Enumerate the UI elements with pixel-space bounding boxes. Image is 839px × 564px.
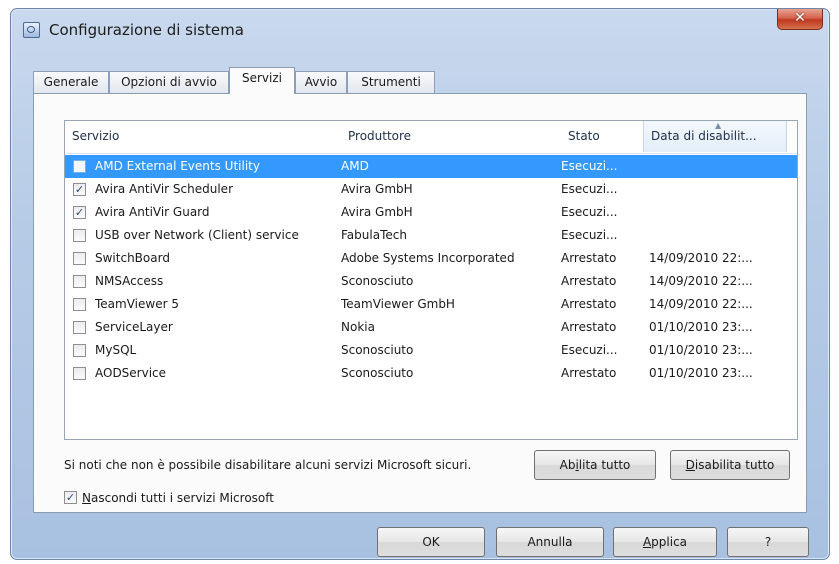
service-state: Arrestato xyxy=(561,366,617,380)
microsoft-services-note: Si noti che non è possibile disabilitare… xyxy=(64,458,472,472)
service-disabled-date: 01/10/2010 23:... xyxy=(649,366,753,380)
disable-all-label-post: isabilita tutto xyxy=(694,458,775,472)
table-row[interactable]: AODService Sconosciuto Arrestato 01/10/2010… xyxy=(65,362,797,385)
service-checkbox[interactable] xyxy=(73,160,86,173)
service-disabled-date: 14/09/2010 22:... xyxy=(649,297,753,311)
service-name: AMD External Events Utility xyxy=(95,159,260,173)
table-row[interactable]: AMD External Events Utility AMD Esecuzi... xyxy=(65,155,797,178)
column-header-servizio[interactable]: Servizio xyxy=(65,121,341,152)
apply-label-post: pplica xyxy=(651,535,688,549)
service-state: Esecuzi... xyxy=(561,182,618,196)
service-vendor: AMD xyxy=(341,159,369,173)
service-disabled-date: 14/09/2010 22:... xyxy=(649,251,753,265)
column-header-data-label: Data di disabilit... xyxy=(651,129,757,143)
tab-avvio[interactable]: Avvio xyxy=(295,71,347,93)
service-state: Arrestato xyxy=(561,297,617,311)
service-name: ServiceLayer xyxy=(95,320,173,334)
title-bar[interactable]: Configurazione di sistema ✕ xyxy=(11,9,829,49)
service-vendor: Sconosciuto xyxy=(341,366,414,380)
column-header-data-disabilitazione[interactable]: ▲ Data di disabilit... xyxy=(643,121,787,152)
table-row[interactable]: ServiceLayer Nokia Arrestato 01/10/2010 23:… xyxy=(65,316,797,339)
ok-button[interactable]: OK xyxy=(377,527,485,557)
service-checkbox[interactable]: ✓ xyxy=(73,183,86,196)
tab-opzioni-di-avvio[interactable]: Opzioni di avvio xyxy=(109,71,229,93)
services-panel: Servizio Produttore Stato ▲ Data di disa… xyxy=(33,93,807,513)
close-button[interactable]: ✕ xyxy=(777,9,823,30)
cancel-button[interactable]: Annulla xyxy=(496,527,604,557)
enable-all-label-pre: Ab xyxy=(559,458,576,472)
tab-servizi[interactable]: Servizi xyxy=(229,67,295,94)
service-name: Avira AntiVir Scheduler xyxy=(95,182,233,196)
apply-button[interactable]: Applica xyxy=(613,527,717,557)
service-name: Avira AntiVir Guard xyxy=(95,205,210,219)
table-row[interactable]: MySQL Sconosciuto Esecuzi... 01/10/2010 23:… xyxy=(65,339,797,362)
service-checkbox[interactable] xyxy=(73,367,86,380)
system-configuration-window: Configurazione di sistema ✕ Generale Opz… xyxy=(10,8,830,560)
window-title: Configurazione di sistema xyxy=(49,21,244,39)
service-checkbox[interactable] xyxy=(73,275,86,288)
column-header-produttore[interactable]: Produttore xyxy=(341,121,561,152)
services-list[interactable]: Servizio Produttore Stato ▲ Data di disa… xyxy=(64,120,798,440)
apply-label-key: A xyxy=(642,535,652,549)
tab-generale[interactable]: Generale xyxy=(33,71,109,93)
help-button[interactable]: ? xyxy=(727,527,809,557)
table-row[interactable]: USB over Network (Client) service FabulaT… xyxy=(65,224,797,247)
service-vendor: Avira GmbH xyxy=(341,205,413,219)
service-name: TeamViewer 5 xyxy=(95,297,179,311)
service-vendor: Adobe Systems Incorporated xyxy=(341,251,515,265)
service-state: Esecuzi... xyxy=(561,205,618,219)
service-checkbox[interactable] xyxy=(73,252,86,265)
service-name: NMSAccess xyxy=(95,274,164,288)
service-checkbox[interactable] xyxy=(73,298,86,311)
service-disabled-date: 01/10/2010 23:... xyxy=(649,343,753,357)
service-state: Arrestato xyxy=(561,251,617,265)
table-row[interactable]: TeamViewer 5 TeamViewer GmbH Arrestato 14/0… xyxy=(65,293,797,316)
service-name: SwitchBoard xyxy=(95,251,170,265)
service-checkbox[interactable] xyxy=(73,229,86,242)
enable-all-label-post: lita tutto xyxy=(578,458,631,472)
disable-all-button[interactable]: Disabilita tutto xyxy=(670,450,790,480)
service-vendor: Avira GmbH xyxy=(341,182,413,196)
sort-up-icon: ▲ xyxy=(715,121,722,130)
service-checkbox[interactable]: ✓ xyxy=(73,206,86,219)
service-state: Esecuzi... xyxy=(561,228,618,242)
service-name: USB over Network (Client) service xyxy=(95,228,299,242)
service-vendor: FabulaTech xyxy=(341,228,407,242)
service-vendor: Sconosciuto xyxy=(341,343,414,357)
service-vendor: Nokia xyxy=(341,320,375,334)
table-row[interactable]: ✓ Avira AntiVir Scheduler Avira GmbH Esecuz… xyxy=(65,178,797,201)
service-checkbox[interactable] xyxy=(73,321,86,334)
hide-microsoft-services-checkbox[interactable]: ✓ xyxy=(64,491,77,504)
disable-all-label-key: D xyxy=(685,458,695,472)
hide-microsoft-services-label: Nascondi tutti i servizi Microsoft xyxy=(82,491,274,505)
service-name: AODService xyxy=(95,366,167,380)
table-row[interactable]: SwitchBoard Adobe Systems Incorporated Arr… xyxy=(65,247,797,270)
service-vendor: Sconosciuto xyxy=(341,274,414,288)
enable-all-button[interactable]: Abilita tutto xyxy=(534,450,656,480)
list-header: Servizio Produttore Stato ▲ Data di disa… xyxy=(65,121,797,154)
service-disabled-date: 01/10/2010 23:... xyxy=(649,320,753,334)
service-state: Arrestato xyxy=(561,320,617,334)
service-vendor: TeamViewer GmbH xyxy=(341,297,455,311)
service-name: MySQL xyxy=(95,343,137,357)
service-checkbox[interactable] xyxy=(73,344,86,357)
msconfig-icon xyxy=(23,22,40,38)
service-state: Esecuzi... xyxy=(561,159,618,173)
service-state: Arrestato xyxy=(561,274,617,288)
column-header-stato[interactable]: Stato xyxy=(561,121,643,152)
service-state: Esecuzi... xyxy=(561,343,618,357)
service-disabled-date: 14/09/2010 22:... xyxy=(649,274,753,288)
table-row[interactable]: NMSAccess Sconosciuto Arrestato 14/09/2010 … xyxy=(65,270,797,293)
tab-strumenti[interactable]: Strumenti xyxy=(347,71,435,93)
table-row[interactable]: ✓ Avira AntiVir Guard Avira GmbH Esecuzi... xyxy=(65,201,797,224)
